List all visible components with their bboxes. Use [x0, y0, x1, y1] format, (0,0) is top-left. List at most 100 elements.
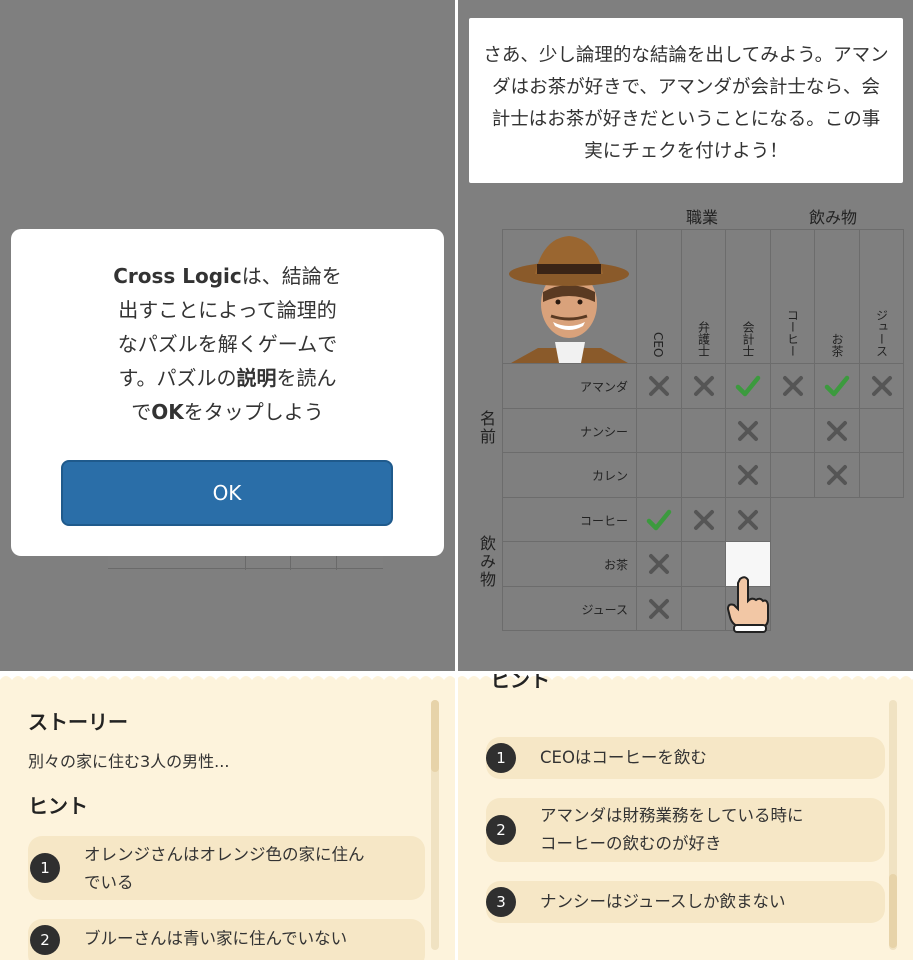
scalloped-divider — [0, 672, 913, 688]
cross-icon — [682, 364, 726, 408]
row-label: カレン — [591, 469, 628, 483]
story-text: 別々の家に住む3人の男性... — [28, 752, 230, 771]
grid-cell[interactable] — [636, 407, 682, 453]
intro-dialog-text: Cross Logicは、結論を 出すことによって論理的 なパズルを解くゲームで… — [71, 259, 384, 429]
row-label: お茶 — [603, 558, 628, 572]
grid-cell[interactable] — [769, 363, 815, 409]
cross-icon — [637, 364, 681, 408]
row-header: コーヒー — [502, 496, 637, 542]
intro-line-4b: を読ん — [276, 366, 337, 390]
column-header: コーヒー — [769, 229, 815, 364]
story-title: ストーリー — [28, 710, 128, 734]
row-header: カレン — [502, 452, 637, 498]
column-header: 会計士 — [725, 229, 771, 364]
hint-number: 1 — [30, 853, 60, 883]
row-label: コーヒー — [579, 513, 628, 528]
column-label: CEO — [651, 331, 665, 357]
column-label: お茶 — [830, 333, 844, 357]
grid-cell[interactable] — [680, 585, 726, 631]
ok-button[interactable]: OK — [61, 460, 393, 526]
cross-icon — [815, 453, 859, 497]
row-label: ナンシー — [579, 424, 628, 439]
story-hint-card-left: ストーリー 別々の家に住む3人の男性... ヒント 1 オレンジさんはオレンジ色… — [0, 688, 455, 960]
cross-icon — [637, 587, 681, 631]
row-header: ジュース — [502, 585, 637, 631]
row-header: ナンシー — [502, 407, 637, 453]
column-label: 弁護士 — [696, 321, 711, 357]
hint-item[interactable]: 2 アマンダは財務業務をしている時に コーヒーの飲むのが好き — [486, 798, 885, 862]
row-label: ジュース — [581, 602, 628, 617]
scrollbar-thumb[interactable] — [889, 874, 897, 948]
column-label: 会計士 — [741, 321, 755, 357]
hint-number: 2 — [30, 925, 60, 955]
intro-dialog: Cross Logicは、結論を 出すことによって論理的 なパズルを解くゲームで… — [11, 229, 444, 556]
grid-cell[interactable] — [725, 452, 771, 498]
grid-cell[interactable] — [858, 363, 904, 409]
grid-cell[interactable] — [636, 496, 682, 542]
cross-icon — [682, 498, 726, 542]
grid-cell[interactable] — [680, 363, 726, 409]
grid-cell[interactable] — [814, 452, 860, 498]
grid-cell[interactable] — [814, 363, 860, 409]
hint-text-line: アマンダは財務業務をしている時に — [540, 806, 804, 825]
hint-text: ブルーさんは青い家に住んでいない — [84, 929, 348, 948]
grid-cell[interactable] — [769, 407, 815, 453]
grid-cell[interactable] — [636, 452, 682, 498]
left-game-panel: Cross Logicは、結論を 出すことによって論理的 なパズルを解くゲームで… — [0, 0, 455, 671]
intro-line-2: 出すことによって論理的 — [118, 298, 337, 322]
grid-cell[interactable] — [725, 496, 771, 542]
check-icon — [726, 364, 770, 408]
grid-cell[interactable] — [680, 496, 726, 542]
hint-item[interactable]: 3 ナンシーはジュースしか飲まない — [486, 881, 885, 923]
intro-line-4a: す。パズルの — [118, 366, 237, 390]
hint-item[interactable]: 2 ブルーさんは青い家に住んでいない — [28, 919, 425, 960]
grid-cell[interactable] — [636, 363, 682, 409]
intro-line-5-bold: OK — [151, 400, 184, 424]
hint-number: 3 — [486, 887, 516, 917]
cross-icon — [637, 542, 681, 586]
column-label: ジュース — [874, 309, 889, 357]
hint-item[interactable]: 1 オレンジさんはオレンジ色の家に住ん でいる — [28, 836, 425, 900]
grid-cell[interactable] — [725, 407, 771, 453]
scrollbar-thumb[interactable] — [431, 700, 439, 772]
hint-number: 1 — [486, 743, 516, 773]
grid-cell[interactable] — [814, 407, 860, 453]
column-header: お茶 — [814, 229, 860, 364]
grid-cell[interactable] — [680, 407, 726, 453]
category-name: 名前 — [477, 410, 496, 446]
column-header: ジュース — [858, 229, 904, 364]
hint-text: アマンダは財務業務をしている時に コーヒーの飲むのが好き — [540, 802, 804, 858]
grid-cell[interactable] — [858, 407, 904, 453]
instruction-box: さあ、少し論理的な結論を出してみよう。アマンダはお茶が好きで、アマンダが会計士な… — [469, 18, 903, 183]
grid-cell[interactable] — [636, 585, 682, 631]
story-hint-card-right: ヒント 1 CEOはコーヒーを飲む 2 アマンダは財務業務をしている時に コーヒ… — [458, 674, 913, 960]
hint-item[interactable]: 1 CEOはコーヒーを飲む — [486, 737, 885, 779]
hint-text-line: オレンジさんはオレンジ色の家に住ん — [84, 845, 365, 864]
cross-icon — [815, 409, 859, 453]
cross-icon — [726, 498, 770, 542]
intro-line-4-bold: 説明 — [236, 366, 277, 390]
background-grid-row — [108, 555, 383, 570]
cross-icon — [726, 453, 770, 497]
grid-cell[interactable] — [636, 541, 682, 587]
grid-cell[interactable] — [858, 452, 904, 498]
intro-line-5a: で — [131, 400, 152, 424]
hint-text: CEOはコーヒーを飲む — [540, 748, 707, 767]
category-drink-side: 飲み物 — [477, 535, 496, 589]
grid-cell[interactable] — [725, 363, 771, 409]
hint-text: ナンシーはジュースしか飲まない — [540, 892, 786, 911]
grid-cell[interactable] — [680, 452, 726, 498]
hint-text-line: コーヒーの飲むのが好き — [540, 834, 722, 853]
check-icon — [815, 364, 859, 408]
intro-line-5b: をタップしよう — [183, 400, 324, 424]
app-name: Cross Logic — [113, 264, 242, 288]
grid-cell[interactable] — [769, 452, 815, 498]
column-label: コーヒー — [785, 309, 800, 357]
cross-icon — [726, 409, 770, 453]
column-header: 弁護士 — [680, 229, 726, 364]
grid-cell[interactable] — [680, 541, 726, 587]
hint-title: ヒント — [28, 794, 88, 818]
check-icon — [637, 498, 681, 542]
hint-title-partial: ヒント — [490, 674, 550, 694]
row-header: アマンダ — [502, 363, 637, 409]
